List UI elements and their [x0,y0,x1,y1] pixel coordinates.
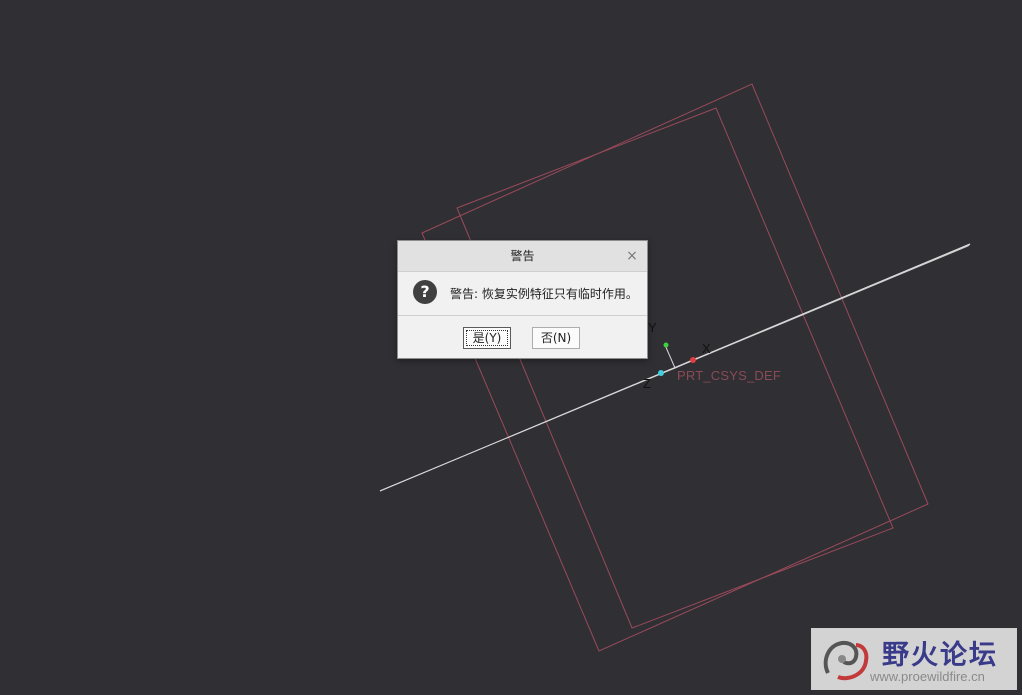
dialog-title: 警告 [510,249,535,263]
csys-z-marker [658,370,664,376]
csys-y-marker [663,342,669,348]
no-button[interactable]: 否(N) [532,327,580,349]
dialog-button-row: 是(Y) 否(N) [398,316,647,360]
flame-logo-icon [823,640,869,681]
dialog-titlebar[interactable]: 警告 × [398,241,647,272]
csys-x-marker [690,357,696,363]
csys-name-label: PRT_CSYS_DEF [677,368,782,383]
close-icon[interactable]: × [625,241,639,271]
watermark-url: www.proewildfire.cn [870,669,985,684]
watermark-title: 野火论坛 [882,640,998,671]
dialog-body: ? 警告: 恢复实例特征只有临时作用。 [398,272,647,316]
yes-button[interactable]: 是(Y) [463,327,511,349]
warning-dialog: 警告 × ? 警告: 恢复实例特征只有临时作用。 是(Y) 否(N) [397,240,648,359]
dialog-message: 警告: 恢复实例特征只有临时作用。 [450,287,638,301]
csys-z-label: Z [643,376,651,391]
csys-y-axis [664,344,676,369]
forum-watermark: 野火论坛 www.proewildfire.cn [811,628,1017,690]
csys-x-label: X [702,341,711,356]
csys-y-label: Y [648,320,657,335]
question-icon: ? [413,280,437,304]
